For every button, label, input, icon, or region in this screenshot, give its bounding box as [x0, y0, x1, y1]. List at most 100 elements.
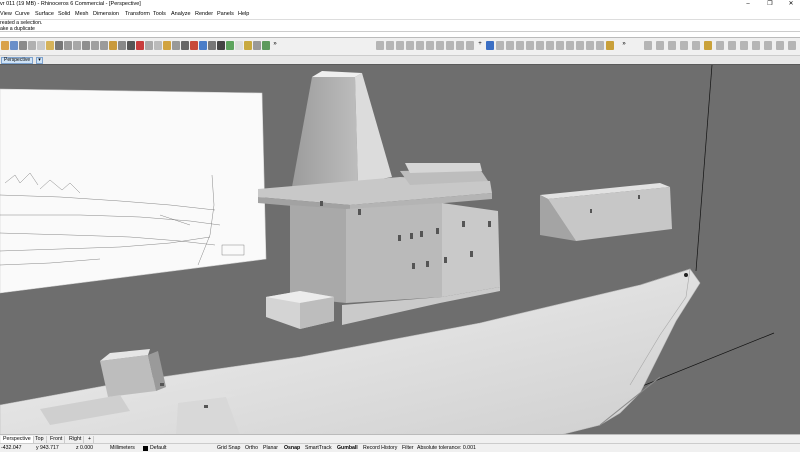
make2d-icon[interactable] [776, 41, 784, 50]
toggle-grid-snap[interactable]: Grid Snap [217, 445, 240, 452]
trim-icon[interactable] [466, 41, 474, 50]
close-button[interactable]: ✕ [780, 0, 800, 9]
snap-tool-icon[interactable] [644, 41, 652, 50]
join-icon[interactable] [576, 41, 584, 50]
select-icon[interactable] [145, 41, 153, 50]
highlight-icon[interactable] [704, 41, 712, 50]
new-file-icon[interactable] [1, 41, 9, 50]
lock-icon[interactable] [181, 41, 189, 50]
cplane-icon[interactable] [136, 41, 144, 50]
add-tab-button[interactable]: + [86, 436, 95, 443]
select-window-icon[interactable] [154, 41, 162, 50]
curve-tool-icon[interactable] [376, 41, 384, 50]
floating-deck-box[interactable] [540, 183, 672, 241]
osnap-icon[interactable] [163, 41, 171, 50]
paste-icon[interactable] [46, 41, 54, 50]
menu-view[interactable]: View [0, 11, 12, 17]
menu-curve[interactable]: Curve [15, 11, 30, 17]
polyline-icon[interactable] [386, 41, 394, 50]
status-layer[interactable]: Default [150, 445, 166, 452]
text-tool-icon[interactable] [496, 41, 504, 50]
scale-icon[interactable] [446, 41, 454, 50]
undo-icon[interactable] [55, 41, 63, 50]
leader-icon[interactable] [764, 41, 772, 50]
tab-right[interactable]: Right [67, 436, 85, 443]
menu-render[interactable]: Render [195, 11, 213, 17]
hatch-icon[interactable] [752, 41, 760, 50]
menu-panels[interactable]: Panels [217, 11, 234, 17]
zoom-window-icon[interactable] [91, 41, 99, 50]
edit-tools-icon[interactable] [244, 41, 252, 50]
viewport-layout-icon[interactable] [127, 41, 135, 50]
more-tools-icon[interactable]: » [271, 41, 279, 50]
rotate-icon[interactable] [118, 41, 126, 50]
tab-front[interactable]: Front [48, 436, 66, 443]
grid-icon[interactable] [656, 41, 664, 50]
copy-icon[interactable] [37, 41, 45, 50]
explode-icon[interactable] [586, 41, 594, 50]
toggle-record-history[interactable]: Record History [363, 445, 397, 452]
boolean-icon[interactable] [556, 41, 564, 50]
viewport-title-perspective[interactable]: Perspective [1, 57, 34, 64]
options-icon[interactable] [788, 41, 796, 50]
group-icon[interactable] [253, 41, 261, 50]
split-icon[interactable] [596, 41, 604, 50]
tab-top[interactable]: Top [33, 436, 47, 443]
section-icon[interactable] [740, 41, 748, 50]
material-sphere-icon[interactable] [226, 41, 234, 50]
properties-icon[interactable] [199, 41, 207, 50]
save-icon[interactable] [10, 41, 18, 50]
menu-dimension[interactable]: Dimension [93, 11, 119, 17]
menu-transform[interactable]: Transform [125, 11, 150, 17]
extrude-icon[interactable] [516, 41, 524, 50]
toggle-gumball[interactable]: Gumball [337, 445, 358, 452]
menu-help[interactable]: Help [238, 11, 249, 17]
toggle-ortho[interactable]: Ortho [245, 445, 258, 452]
environment-icon[interactable] [235, 41, 243, 50]
align-icon[interactable] [668, 41, 676, 50]
dimension-icon[interactable] [506, 41, 514, 50]
perspective-viewport[interactable] [0, 64, 800, 434]
more-tools-icon-2[interactable]: » [620, 41, 628, 50]
scissors-icon[interactable] [28, 41, 36, 50]
toggle-osnap[interactable]: Osnap [284, 445, 300, 452]
fillet-icon[interactable] [566, 41, 574, 50]
shade-sphere-icon[interactable] [208, 41, 216, 50]
light-bulb-icon[interactable] [172, 41, 180, 50]
array-icon[interactable] [456, 41, 464, 50]
rotate-view-icon[interactable] [73, 41, 81, 50]
loft-icon[interactable] [526, 41, 534, 50]
print-icon[interactable] [19, 41, 27, 50]
sweep-icon[interactable] [536, 41, 544, 50]
pan-hand-icon[interactable] [64, 41, 72, 50]
revolve-icon[interactable] [546, 41, 554, 50]
layer-icon[interactable] [190, 41, 198, 50]
arc-icon[interactable] [406, 41, 414, 50]
rectangle-icon[interactable] [396, 41, 404, 50]
zoom-selected-icon[interactable] [109, 41, 117, 50]
detail-icon[interactable] [728, 41, 736, 50]
add-toolbar-icon[interactable]: + [476, 41, 484, 50]
block-icon[interactable] [692, 41, 700, 50]
menu-solid[interactable]: Solid [58, 11, 70, 17]
zoom-icon[interactable] [82, 41, 90, 50]
menu-surface[interactable]: Surface [35, 11, 54, 17]
brush-icon[interactable] [606, 41, 614, 50]
toggle-planar[interactable]: Planar [263, 445, 278, 452]
distribute-icon[interactable] [680, 41, 688, 50]
viewport-menu-arrow[interactable]: ▾ [36, 57, 43, 64]
sun-icon[interactable] [262, 41, 270, 50]
menu-mesh[interactable]: Mesh [75, 11, 88, 17]
render-sphere-icon[interactable] [217, 41, 225, 50]
toggle-filter[interactable]: Filter [402, 445, 414, 452]
menu-tools[interactable]: Tools [153, 11, 166, 17]
minimize-button[interactable]: – [737, 0, 759, 9]
move-icon[interactable] [416, 41, 424, 50]
status-units[interactable]: Millimeters [110, 445, 135, 452]
reference-image-plane[interactable] [0, 88, 267, 294]
copy-object-icon[interactable] [426, 41, 434, 50]
tab-perspective[interactable]: Perspective [1, 436, 34, 443]
maximize-button[interactable]: ❐ [759, 0, 781, 9]
superstructure-block[interactable] [258, 71, 500, 329]
toggle-smarttrack[interactable]: SmartTrack [305, 445, 332, 452]
